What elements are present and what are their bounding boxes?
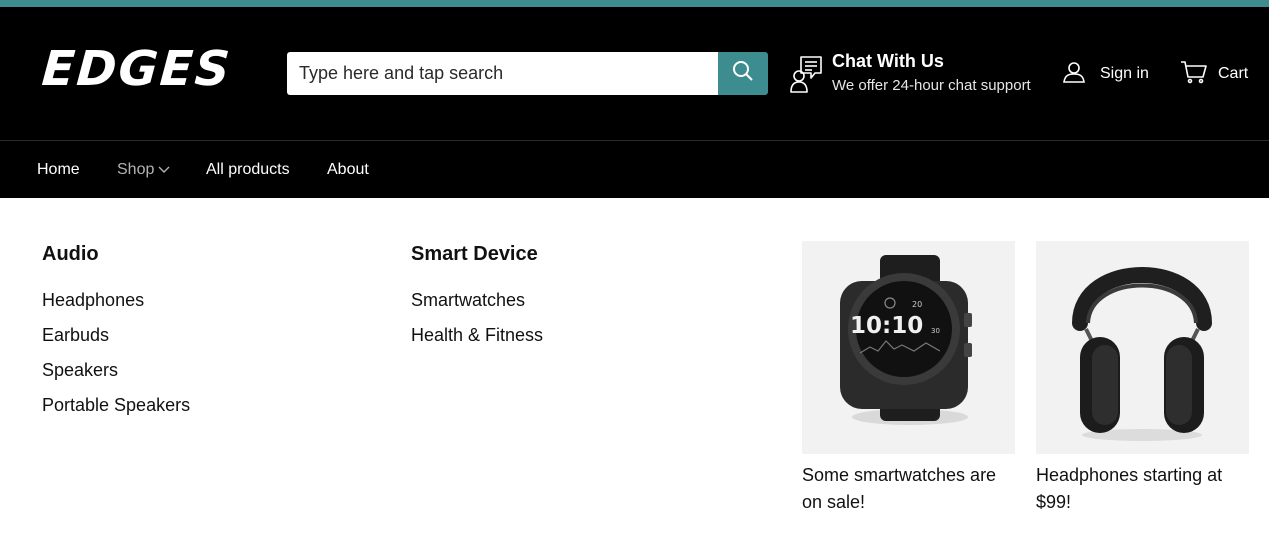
smartwatch-promo-image[interactable]: 20 10:10 30	[802, 241, 1015, 454]
svg-text:20: 20	[912, 300, 922, 309]
search-input[interactable]	[287, 52, 718, 95]
sign-in-label: Sign in	[1100, 65, 1149, 82]
headphones-promo-image[interactable]	[1036, 241, 1249, 454]
nav-shop-label: Shop	[117, 161, 155, 179]
nav-shop[interactable]: Shop	[117, 161, 170, 179]
menu-heading-smart-device: Smart Device	[411, 243, 538, 265]
smartwatch-promo-caption[interactable]: Some smartwatches are on sale!	[802, 462, 1015, 516]
nav-home[interactable]: Home	[37, 161, 80, 179]
menu-link-smartwatches[interactable]: Smartwatches	[411, 290, 525, 311]
svg-text:10:10: 10:10	[850, 313, 923, 339]
chat-subtitle: We offer 24-hour chat support	[832, 77, 1031, 94]
svg-text:30: 30	[931, 327, 940, 335]
nav-about[interactable]: About	[327, 161, 369, 179]
menu-link-portable-speakers[interactable]: Portable Speakers	[42, 395, 190, 416]
headphones-promo-caption[interactable]: Headphones starting at $99!	[1036, 462, 1249, 516]
nav-all-products[interactable]: All products	[206, 161, 290, 179]
chat-icon	[788, 54, 824, 94]
search-button[interactable]	[718, 52, 768, 95]
menu-link-health-fitness[interactable]: Health & Fitness	[411, 325, 543, 346]
top-accent-bar	[0, 0, 1269, 7]
menu-link-earbuds[interactable]: Earbuds	[42, 325, 109, 346]
menu-link-headphones[interactable]: Headphones	[42, 290, 144, 311]
site-logo[interactable]: EDGES	[40, 41, 233, 97]
user-icon	[1062, 60, 1100, 89]
search-bar	[287, 52, 768, 95]
chat-title: Chat With Us	[832, 51, 944, 71]
sign-in-link[interactable]: Sign in	[1062, 60, 1149, 88]
menu-heading-audio: Audio	[42, 243, 99, 265]
cart-icon	[1180, 60, 1218, 89]
cart-label: Cart	[1218, 65, 1249, 82]
search-icon	[731, 59, 755, 88]
menu-link-speakers[interactable]: Speakers	[42, 360, 118, 381]
main-nav	[0, 141, 1269, 198]
cart-link[interactable]: Cart	[1180, 60, 1248, 88]
chevron-down-icon	[158, 161, 170, 179]
